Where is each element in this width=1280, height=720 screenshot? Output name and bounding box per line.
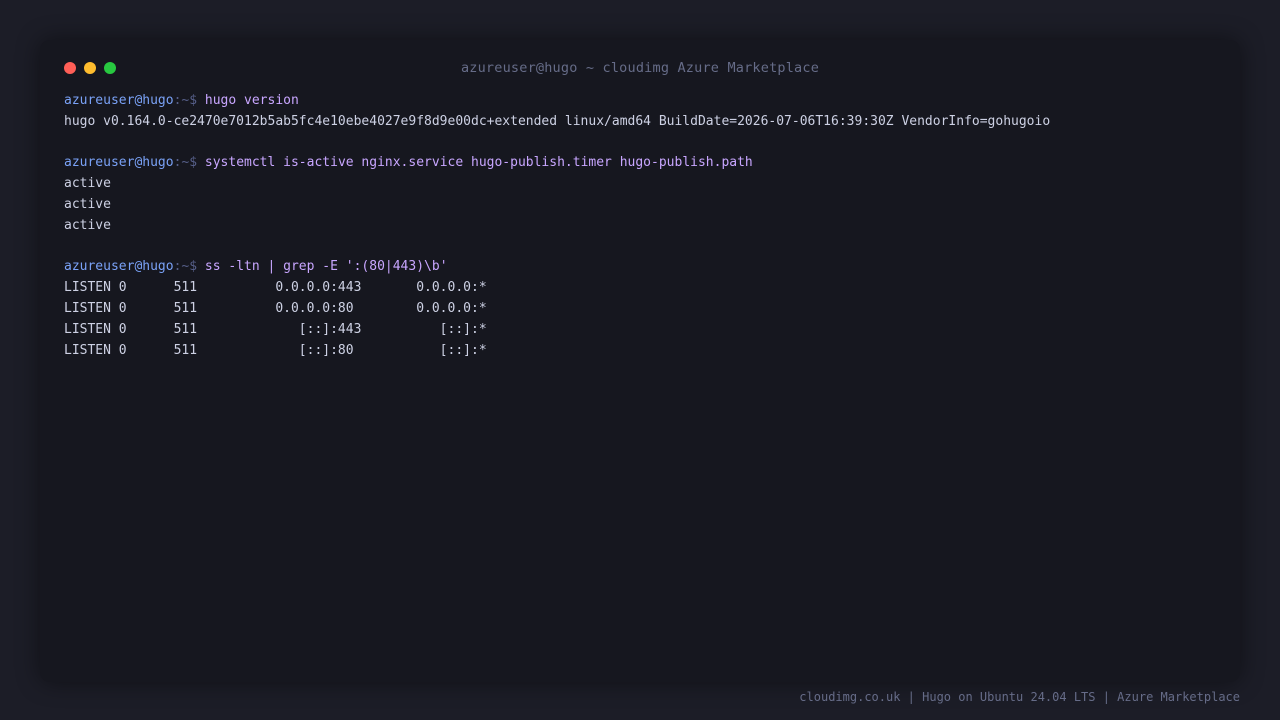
output-line: hugo v0.164.0-ce2470e7012b5ab5fc4e10ebe4…	[64, 114, 1051, 129]
command-text: systemctl is-active nginx.service hugo-p…	[204, 155, 753, 170]
prompt-user: azureuser@hugo	[64, 259, 174, 274]
prompt-line: azureuser@hugo:~$ hugo version	[64, 90, 1216, 111]
prompt-line: azureuser@hugo:~$ systemctl is-active ng…	[64, 152, 1216, 173]
terminal-window: azureuser@hugo ~ cloudimg Azure Marketpl…	[40, 40, 1240, 682]
output-line: LISTEN 0 511 [::]:80 [::]:*	[64, 343, 487, 358]
title-bar: azureuser@hugo ~ cloudimg Azure Marketpl…	[40, 40, 1240, 96]
window-title: azureuser@hugo ~ cloudimg Azure Marketpl…	[460, 60, 820, 76]
prompt-user: azureuser@hugo	[64, 93, 174, 108]
output-line: active	[64, 218, 111, 233]
prompt-suffix: :~$	[173, 155, 198, 170]
output-line: LISTEN 0 511 0.0.0.0:80 0.0.0.0:*	[64, 301, 487, 316]
prompt-line: azureuser@hugo:~$ ss -ltn | grep -E ':(8…	[64, 256, 1216, 277]
output-line: LISTEN 0 511 [::]:443 [::]:*	[64, 322, 487, 337]
footer-caption: cloudimg.co.uk | Hugo on Ubuntu 24.04 LT…	[799, 690, 1240, 704]
prompt-user: azureuser@hugo	[64, 155, 174, 170]
output-line: active	[64, 176, 111, 191]
command-text: ss -ltn | grep -E ':(80|443)\b'	[204, 259, 448, 274]
command-text: hugo version	[204, 93, 299, 108]
output-line: active	[64, 197, 111, 212]
output-line: LISTEN 0 511 0.0.0.0:443 0.0.0.0:*	[64, 280, 487, 295]
prompt-suffix: :~$	[173, 259, 198, 274]
terminal-output[interactable]: azureuser@hugo:~$ hugo version hugo v0.1…	[64, 90, 1216, 361]
prompt-suffix: :~$	[173, 93, 198, 108]
